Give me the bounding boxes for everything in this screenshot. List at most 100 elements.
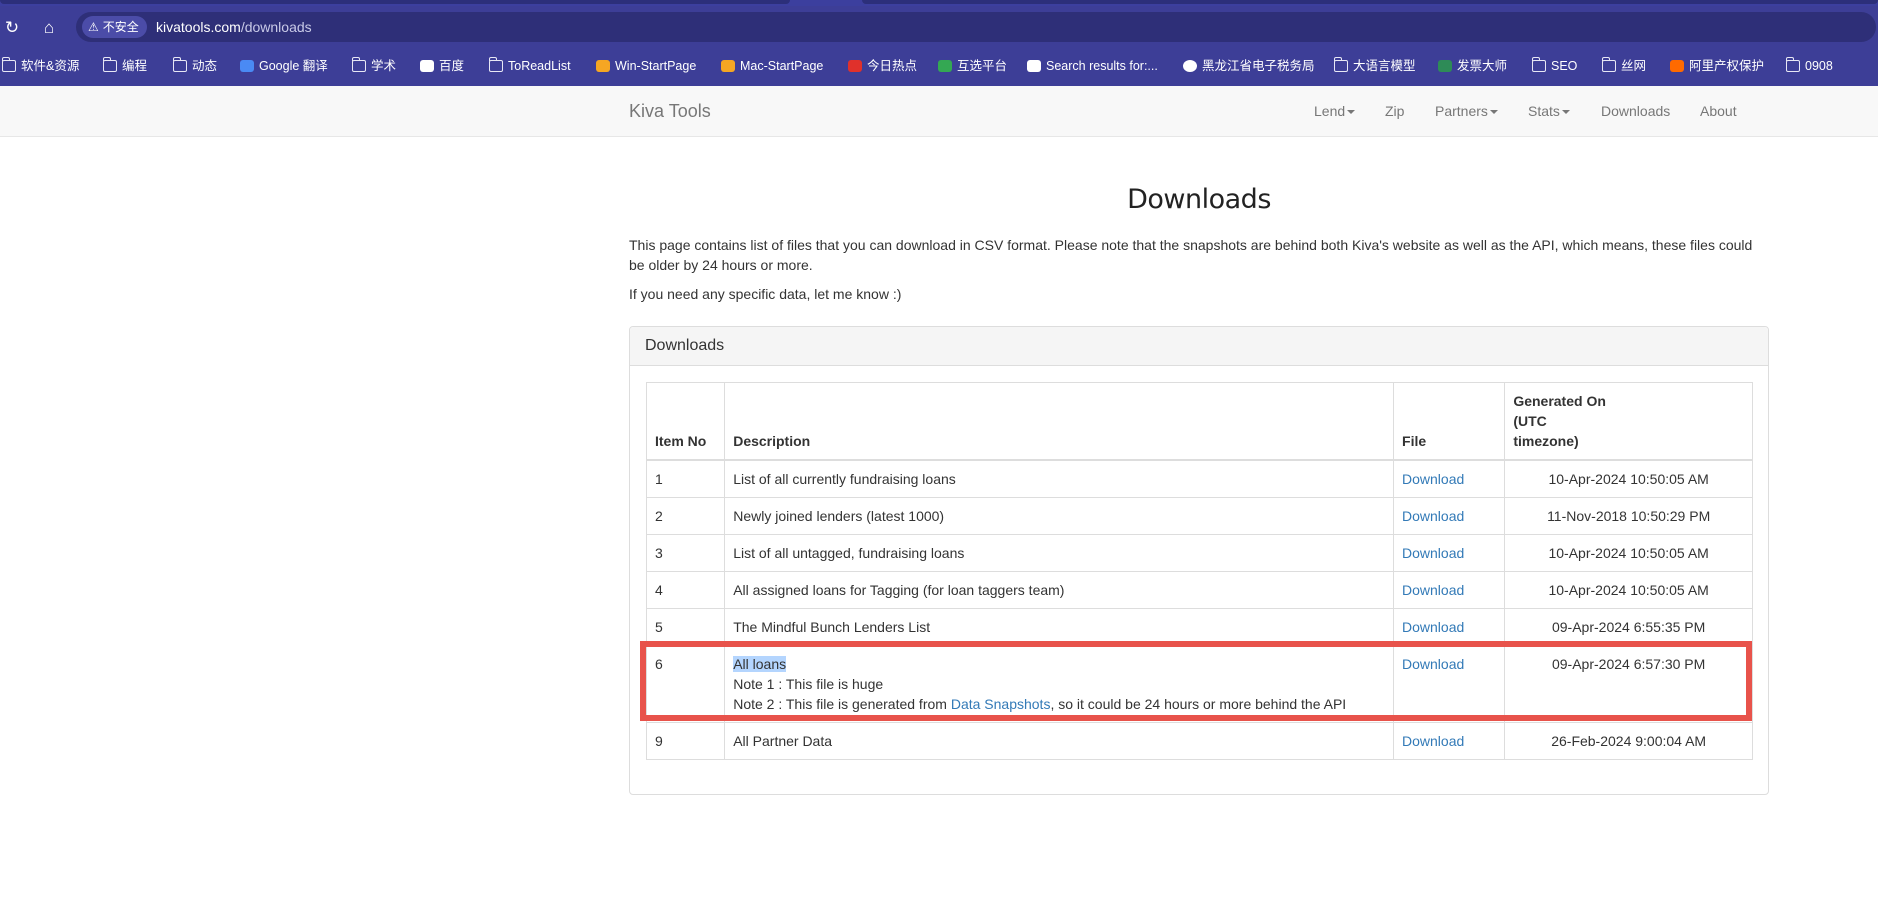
browser-toolbar: ↻ ⌂ ⚠ 不安全 kivatools.com/downloads: [0, 6, 1878, 46]
invoice-icon: [1438, 60, 1452, 72]
hx-icon: [938, 60, 952, 72]
bookmark-item[interactable]: 丝网: [1602, 46, 1646, 86]
generated-on: 26-Feb-2024 9:00:04 AM: [1504, 722, 1753, 760]
r-icon: [848, 60, 862, 72]
bookmark-item[interactable]: Mac-StartPage: [721, 46, 823, 86]
header-description: Description: [724, 382, 1395, 461]
item-no: 4: [645, 571, 726, 609]
caret-down-icon: [1347, 110, 1356, 115]
table-header-row: Item No Description File Generated On (U…: [645, 382, 1753, 461]
item-no: 3: [645, 534, 726, 572]
download-link[interactable]: Download: [1402, 508, 1464, 524]
bookmarks-bar: 软件&资源 编程 动态 Google 翻译 学术 百度 ToReadList W…: [0, 46, 1878, 86]
nav-partners[interactable]: Partners: [1435, 86, 1498, 136]
description: All Partner Data: [724, 722, 1395, 760]
annotation-highlight-box: [640, 641, 1752, 721]
browser-tab[interactable]: [862, 0, 1878, 4]
site-navbar: Kiva Tools Lend Zip Partners Stats Downl…: [0, 86, 1878, 137]
folder-icon: [103, 57, 117, 72]
header-generated-on: Generated On (UTC timezone): [1504, 382, 1753, 461]
bookmark-item[interactable]: 今日热点: [848, 46, 917, 86]
table-row: 5 The Mindful Bunch Lenders List Downloa…: [645, 608, 1753, 646]
folder-icon: [1786, 57, 1800, 72]
generated-on: 09-Apr-2024 6:55:35 PM: [1504, 608, 1753, 646]
baidu-icon: [420, 60, 434, 72]
table-row: 4 All assigned loans for Tagging (for lo…: [645, 571, 1753, 609]
downloads-panel: Downloads Item No Description File Gener…: [629, 326, 1769, 795]
home-icon[interactable]: ⌂: [37, 16, 61, 40]
folder-icon: [352, 57, 366, 72]
item-no: 1: [645, 459, 726, 498]
item-no: 5: [645, 608, 726, 646]
bookmark-item[interactable]: ToReadList: [489, 46, 571, 86]
bookmark-item[interactable]: Win-StartPage: [596, 46, 696, 86]
description: The Mindful Bunch Lenders List: [724, 608, 1395, 646]
nav-downloads[interactable]: Downloads: [1601, 86, 1670, 136]
caret-down-icon: [1561, 110, 1570, 115]
bookmark-item[interactable]: 软件&资源: [2, 46, 79, 86]
warning-icon: ⚠: [88, 20, 99, 34]
header-item-no: Item No: [645, 382, 726, 461]
description: List of all untagged, fundraising loans: [724, 534, 1395, 572]
bookmark-item[interactable]: 黑龙江省电子税务局: [1183, 46, 1315, 86]
folder-icon: [1602, 57, 1616, 72]
ali-icon: [1670, 60, 1684, 72]
browser-tab[interactable]: [0, 0, 790, 4]
generated-on: 10-Apr-2024 10:50:05 AM: [1504, 571, 1753, 609]
description: All assigned loans for Tagging (for loan…: [724, 571, 1395, 609]
bookmark-item[interactable]: 互选平台: [938, 46, 1007, 86]
table-row: 3 List of all untagged, fundraising loan…: [645, 534, 1753, 572]
bookmark-item[interactable]: SEO: [1532, 46, 1577, 86]
bookmark-item[interactable]: 发票大师: [1438, 46, 1507, 86]
bookmark-item[interactable]: 0908: [1786, 46, 1833, 86]
nav-zip[interactable]: Zip: [1385, 86, 1404, 136]
download-link[interactable]: Download: [1402, 471, 1464, 487]
generated-on: 11-Nov-2018 10:50:29 PM: [1504, 497, 1753, 535]
bookmark-item[interactable]: 百度: [420, 46, 464, 86]
generated-on: 10-Apr-2024 10:50:05 AM: [1504, 534, 1753, 572]
bookmark-item[interactable]: Search results for:...: [1027, 46, 1158, 86]
download-link[interactable]: Download: [1402, 582, 1464, 598]
contact-text: If you need any specific data, let me kn…: [629, 286, 902, 302]
folder-icon: [489, 57, 503, 72]
site-brand[interactable]: Kiva Tools: [629, 86, 711, 136]
reload-icon[interactable]: ↻: [0, 16, 24, 40]
bookmark-item[interactable]: 动态: [173, 46, 217, 86]
nav-about[interactable]: About: [1700, 86, 1737, 136]
site-icon: [1027, 60, 1041, 72]
description: List of all currently fundraising loans: [724, 459, 1395, 498]
description: Newly joined lenders (latest 1000): [724, 497, 1395, 535]
caret-down-icon: [1489, 110, 1498, 115]
home-icon: [596, 60, 610, 72]
download-link[interactable]: Download: [1402, 545, 1464, 561]
download-link[interactable]: Download: [1402, 619, 1464, 635]
folder-icon: [1334, 57, 1348, 72]
table-row: 9 All Partner Data Download 26-Feb-2024 …: [645, 722, 1753, 760]
address-bar[interactable]: ⚠ 不安全 kivatools.com/downloads: [76, 12, 1876, 42]
google-translate-icon: [240, 60, 254, 72]
security-indicator[interactable]: ⚠ 不安全: [82, 16, 147, 38]
table-row: 2 Newly joined lenders (latest 1000) Dow…: [645, 497, 1753, 535]
download-link[interactable]: Download: [1402, 733, 1464, 749]
nav-lend[interactable]: Lend: [1314, 86, 1356, 136]
table-row: 1 List of all currently fundraising loan…: [645, 459, 1753, 498]
folder-icon: [2, 57, 16, 72]
item-no: 2: [645, 497, 726, 535]
header-file: File: [1393, 382, 1506, 461]
folder-icon: [1532, 57, 1546, 72]
page-title: Downloads: [1127, 184, 1271, 215]
url-text[interactable]: kivatools.com/downloads: [156, 12, 312, 42]
panel-title: Downloads: [630, 327, 1768, 366]
insecure-label: 不安全: [102, 20, 139, 34]
bookmark-item[interactable]: 学术: [352, 46, 396, 86]
bookmark-item[interactable]: 编程: [103, 46, 147, 86]
nav-stats[interactable]: Stats: [1528, 86, 1570, 136]
intro-text: This page contains list of files that yo…: [629, 237, 1753, 273]
folder-icon: [173, 57, 187, 72]
home-icon: [721, 60, 735, 72]
globe-icon: [1183, 60, 1197, 72]
bookmark-item[interactable]: Google 翻译: [240, 46, 328, 86]
generated-on: 10-Apr-2024 10:50:05 AM: [1504, 459, 1753, 498]
bookmark-item[interactable]: 阿里产权保护: [1670, 46, 1764, 86]
bookmark-item[interactable]: 大语言模型: [1334, 46, 1416, 86]
